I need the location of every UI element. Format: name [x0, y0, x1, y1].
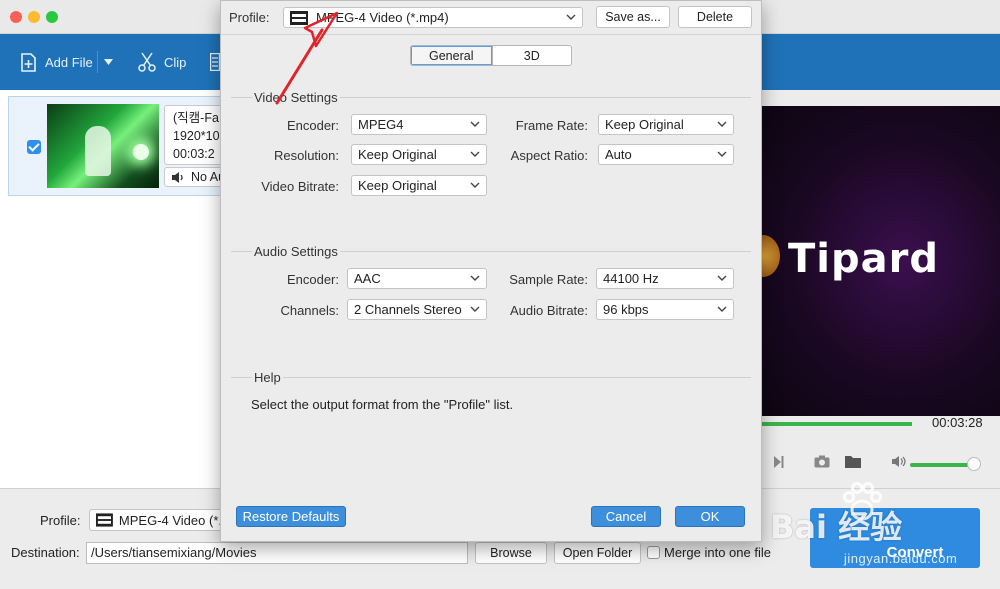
- clip-label: Clip: [164, 54, 187, 70]
- playback-time: 00:03:28: [932, 415, 983, 430]
- video-bitrate-value: Keep Original: [358, 178, 437, 193]
- edit-icon: [210, 53, 220, 71]
- dialog-profile-row: Profile: MPEG-4 Video (*.mp4) Save as...…: [221, 1, 761, 35]
- chevron-down-icon: [470, 306, 480, 312]
- video-bitrate-label: Video Bitrate:: [261, 179, 339, 194]
- bottom-profile-label: Profile:: [40, 513, 81, 528]
- chevron-down-icon: [104, 59, 113, 65]
- channels-value: 2 Channels Stereo: [354, 302, 462, 317]
- restore-defaults-button[interactable]: Restore Defaults: [236, 506, 346, 527]
- open-folder-icon[interactable]: [845, 455, 862, 471]
- open-folder-button[interactable]: Open Folder: [554, 542, 641, 564]
- audio-settings-title: Audio Settings: [252, 244, 340, 259]
- chevron-down-icon: [470, 121, 480, 127]
- video-encoder-select[interactable]: MPEG4: [351, 114, 487, 135]
- preview-pane: Tipard 00:03:28: [746, 90, 1000, 488]
- ok-button[interactable]: OK: [675, 506, 745, 527]
- resolution-select[interactable]: Keep Original: [351, 144, 487, 165]
- audio-encoder-value: AAC: [354, 271, 381, 286]
- dialog-profile-label: Profile:: [229, 10, 270, 25]
- minimize-window-button[interactable]: [28, 11, 40, 23]
- snapshot-camera-icon[interactable]: [814, 455, 830, 471]
- sample-rate-value: 44100 Hz: [603, 271, 659, 286]
- playback-progress-bar[interactable]: [760, 422, 912, 426]
- chevron-down-icon: [470, 182, 480, 188]
- help-title: Help: [252, 370, 283, 385]
- channels-select[interactable]: 2 Channels Stereo: [347, 299, 487, 320]
- frame-rate-label: Frame Rate:: [515, 118, 588, 133]
- zoom-window-button[interactable]: [46, 11, 58, 23]
- thumbnail-figure: [85, 126, 111, 176]
- resolution-value: Keep Original: [358, 147, 437, 162]
- dialog-profile-select[interactable]: MPEG-4 Video (*.mp4): [283, 7, 583, 28]
- mpeg-format-icon: [96, 513, 113, 527]
- browse-button[interactable]: Browse: [475, 542, 547, 564]
- merge-label: Merge into one file: [664, 545, 771, 560]
- add-file-label: Add File: [45, 54, 93, 70]
- channels-label: Channels:: [280, 303, 339, 318]
- file-checkbox[interactable]: [27, 140, 41, 154]
- audio-bitrate-value: 96 kbps: [603, 302, 649, 317]
- chevron-down-icon: [566, 14, 576, 20]
- audio-encoder-select[interactable]: AAC: [347, 268, 487, 289]
- volume-slider-track[interactable]: [910, 463, 972, 467]
- help-text: Select the output format from the "Profi…: [251, 397, 514, 412]
- clip-button[interactable]: Clip: [138, 51, 186, 73]
- delete-button[interactable]: Delete: [678, 6, 752, 28]
- add-file-dropdown[interactable]: [97, 51, 121, 73]
- chevron-down-icon: [717, 121, 727, 127]
- tab-3d[interactable]: 3D: [493, 46, 572, 65]
- video-encoder-label: Encoder:: [286, 118, 339, 133]
- volume-slider-knob[interactable]: [967, 457, 981, 471]
- audio-encoder-label: Encoder:: [286, 272, 339, 287]
- destination-input[interactable]: /Users/tiansemixiang/Movies: [86, 542, 468, 564]
- cancel-button[interactable]: Cancel: [591, 506, 661, 527]
- close-window-button[interactable]: [10, 11, 22, 23]
- bottom-profile-select[interactable]: MPEG-4 Video (*.: [89, 509, 229, 531]
- merge-checkbox[interactable]: [647, 546, 660, 559]
- thumbnail-light: [133, 144, 149, 160]
- dialog-profile-value: MPEG-4 Video (*.mp4): [316, 10, 449, 25]
- speaker-icon: [172, 171, 183, 183]
- resolution-label: Resolution:: [273, 148, 339, 163]
- chevron-down-icon: [470, 275, 480, 281]
- settings-tabs: General 3D: [410, 45, 572, 66]
- chevron-down-icon: [470, 151, 480, 157]
- destination-label: Destination:: [11, 545, 80, 560]
- volume-icon[interactable]: [891, 455, 906, 471]
- help-divider: [231, 377, 751, 378]
- video-bitrate-select[interactable]: Keep Original: [351, 175, 487, 196]
- profile-settings-dialog: Profile: MPEG-4 Video (*.mp4) Save as...…: [220, 0, 762, 542]
- convert-button[interactable]: Convert: [810, 508, 980, 568]
- scissors-icon: [138, 52, 156, 72]
- chevron-down-icon: [717, 151, 727, 157]
- tab-general[interactable]: General: [411, 46, 492, 65]
- save-as-button[interactable]: Save as...: [596, 6, 670, 28]
- video-settings-title: Video Settings: [252, 90, 340, 105]
- aspect-ratio-select[interactable]: Auto: [598, 144, 734, 165]
- add-file-button[interactable]: Add File: [20, 51, 93, 73]
- sample-rate-select[interactable]: 44100 Hz: [596, 268, 734, 289]
- chevron-down-icon: [717, 275, 727, 281]
- next-frame-icon[interactable]: [774, 455, 784, 471]
- sample-rate-label: Sample Rate:: [509, 272, 588, 287]
- aspect-ratio-value: Auto: [605, 147, 632, 162]
- video-preview[interactable]: Tipard: [746, 106, 1000, 416]
- chevron-down-icon: [717, 306, 727, 312]
- convert-label: Convert: [886, 543, 944, 561]
- audio-bitrate-label: Audio Bitrate:: [509, 303, 588, 318]
- frame-rate-value: Keep Original: [605, 117, 684, 132]
- mpeg-format-icon: [290, 10, 308, 25]
- aspect-ratio-label: Aspect Ratio:: [510, 148, 588, 163]
- preview-logo-text: Tipard: [788, 236, 939, 282]
- video-thumbnail[interactable]: [47, 104, 159, 188]
- bottom-profile-value: MPEG-4 Video (*.: [118, 512, 222, 528]
- audio-bitrate-select[interactable]: 96 kbps: [596, 299, 734, 320]
- frame-rate-select[interactable]: Keep Original: [598, 114, 734, 135]
- add-file-icon: [21, 52, 36, 72]
- video-encoder-value: MPEG4: [358, 117, 404, 132]
